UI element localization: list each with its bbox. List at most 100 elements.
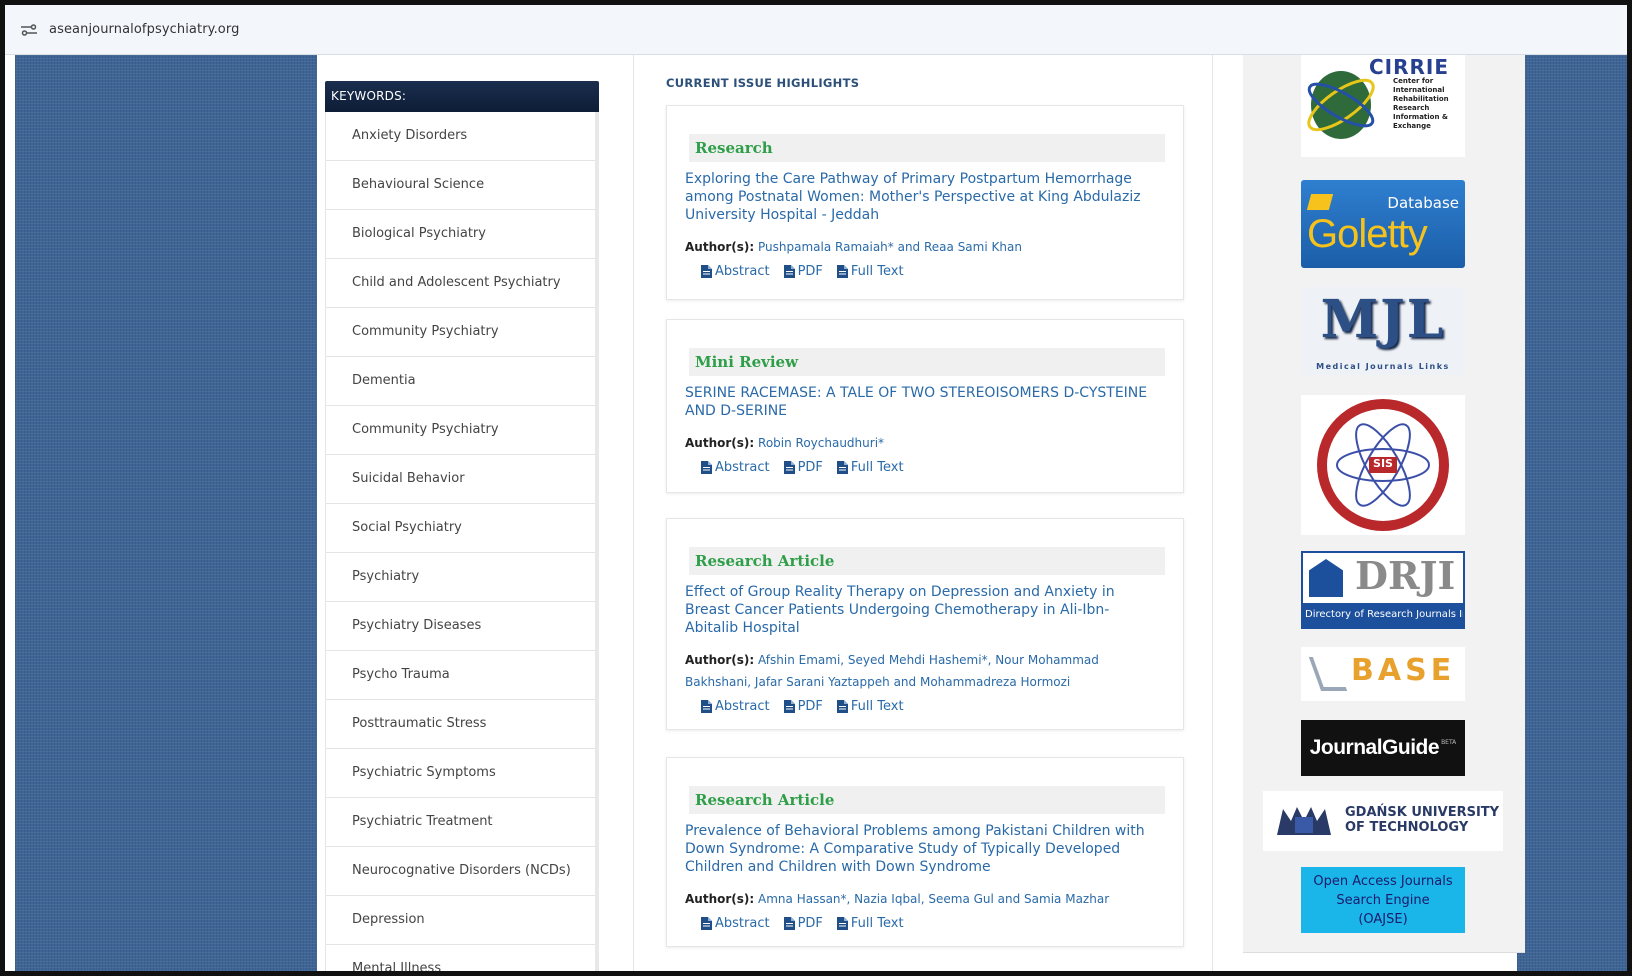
journalguide-logo[interactable]: JournalGuide BETA — [1301, 720, 1465, 776]
cirrie-caption-line: International — [1393, 86, 1445, 94]
document-icon — [836, 461, 848, 474]
article-card: Research Exploring the Care Pathway of Pr… — [666, 105, 1184, 300]
browser-window: aseanjournalofpsychiatry.org KEYWORDS: A… — [0, 0, 1632, 976]
authors-names[interactable]: Robin Roychaudhuri* — [758, 436, 884, 450]
keyword-link[interactable]: Posttraumatic Stress — [326, 700, 595, 749]
keyword-link[interactable]: Biological Psychiatry — [326, 210, 595, 259]
document-icon — [836, 917, 848, 930]
sis-logo[interactable]: SIS — [1301, 395, 1465, 535]
authors-names[interactable]: Pushpamala Ramaiah* and Reaa Sami Khan — [758, 240, 1022, 254]
keywords-header: KEYWORDS: — [325, 81, 599, 112]
abstract-link[interactable]: Abstract — [701, 460, 770, 475]
goletty-folder-icon — [1306, 194, 1334, 210]
authors-names[interactable]: Amna Hassan*, Nazia Iqbal, Seema Gul and… — [758, 892, 1109, 906]
keyword-link[interactable]: Psychiatry — [326, 553, 595, 602]
pdf-label: PDF — [797, 264, 823, 279]
keywords-list: Anxiety Disorders Behavioural Science Biol… — [325, 112, 599, 971]
pdf-link[interactable]: PDF — [783, 264, 823, 279]
keyword-link[interactable]: Community Psychiatry — [326, 406, 595, 455]
article-card: Mini Review SERINE RACEMASE: A TALE OF TW… — [666, 319, 1184, 493]
pdf-link[interactable]: PDF — [783, 699, 823, 714]
drji-wordmark: DRJI — [1355, 553, 1456, 598]
gdansk-line-2: OF TECHNOLOGY — [1345, 820, 1469, 835]
url-text[interactable]: aseanjournalofpsychiatry.org — [49, 22, 239, 37]
article-authors: Author(s): Pushpamala Ramaiah* and Reaa … — [685, 236, 1165, 258]
pdf-icon — [783, 917, 795, 930]
authors-label: Author(s): — [685, 653, 755, 667]
cirrie-logo[interactable]: CIRRIE Center for International Rehabilita… — [1301, 55, 1465, 157]
keyword-link[interactable]: Neurocognative Disorders (NCDs) — [326, 847, 595, 896]
keyword-link[interactable]: Community Psychiatry — [326, 308, 595, 357]
abstract-link[interactable]: Abstract — [701, 916, 770, 931]
document-icon — [701, 265, 712, 278]
article-authors: Author(s): Robin Roychaudhuri* — [685, 432, 1165, 454]
cirrie-caption-line: Exchange — [1393, 122, 1431, 130]
document-icon — [701, 700, 712, 713]
article-type: Research — [689, 134, 1165, 162]
article-card: Research Article Effect of Group Reality … — [666, 518, 1184, 730]
drji-caption: Directory of Research Journals Indexing — [1303, 603, 1463, 627]
article-authors: Author(s): Amna Hassan*, Nazia Iqbal, Se… — [685, 888, 1165, 910]
keyword-link[interactable]: Child and Adolescent Psychiatry — [326, 259, 595, 308]
keyword-link[interactable]: Psychiatric Symptoms — [326, 749, 595, 798]
keyword-link[interactable]: Dementia — [326, 357, 595, 406]
fulltext-link[interactable]: Full Text — [836, 460, 904, 475]
goletty-database-text: Database — [1387, 194, 1459, 212]
pdf-icon — [783, 265, 795, 278]
article-links: Abstract PDF Full Text — [685, 460, 1165, 475]
pdf-link[interactable]: PDF — [783, 916, 823, 931]
oajse-line-2: Search Engine — [1336, 892, 1430, 908]
cirrie-caption-line: Center for — [1393, 77, 1434, 85]
abstract-link[interactable]: Abstract — [701, 264, 770, 279]
keyword-link[interactable]: Psycho Trauma — [326, 651, 595, 700]
abstract-link[interactable]: Abstract — [701, 699, 770, 714]
fulltext-link[interactable]: Full Text — [836, 264, 904, 279]
pdf-label: PDF — [797, 916, 823, 931]
keyword-link[interactable]: Social Psychiatry — [326, 504, 595, 553]
keyword-link[interactable]: Behavioural Science — [326, 161, 595, 210]
mjl-logo[interactable]: MJL Medical Journals Links — [1301, 287, 1465, 375]
keyword-link[interactable]: Psychiatry Diseases — [326, 602, 595, 651]
gdansk-university-logo[interactable]: GDAŃSK UNIVERSITY OF TECHNOLOGY — [1263, 791, 1503, 851]
drji-building-icon — [1309, 559, 1343, 597]
base-logo[interactable]: BASE — [1301, 647, 1465, 701]
goletty-logo[interactable]: Database Goletty — [1301, 180, 1465, 268]
article-links: Abstract PDF Full Text — [685, 916, 1165, 931]
fulltext-label: Full Text — [850, 264, 904, 279]
abstract-label: Abstract — [715, 916, 770, 931]
fulltext-link[interactable]: Full Text — [836, 916, 904, 931]
pdf-link[interactable]: PDF — [783, 460, 823, 475]
oajse-logo[interactable]: Open Access Journals Search Engine (OAJS… — [1301, 867, 1465, 933]
document-icon — [701, 461, 712, 474]
article-title-link[interactable]: SERINE RACEMASE: A TALE OF TWO STEREOISO… — [685, 384, 1165, 420]
authors-label: Author(s): — [685, 892, 755, 906]
drji-logo[interactable]: DRJI Directory of Research Journals Inde… — [1301, 551, 1465, 629]
keyword-link[interactable]: Anxiety Disorders — [326, 112, 595, 161]
article-title-link[interactable]: Effect of Group Reality Therapy on Depre… — [685, 583, 1165, 637]
cirrie-caption-line: Research — [1393, 104, 1430, 112]
pdf-label: PDF — [797, 699, 823, 714]
pdf-icon — [783, 461, 795, 474]
abstract-label: Abstract — [715, 460, 770, 475]
article-authors: Author(s): Afshin Emami, Seyed Mehdi Has… — [685, 649, 1165, 693]
indexing-logos-column: CIRRIE Center for International Rehabilita… — [1243, 55, 1525, 953]
keyword-link[interactable]: Depression — [326, 896, 595, 945]
sis-logo-text: SIS — [1373, 457, 1393, 470]
keyword-link[interactable]: Suicidal Behavior — [326, 455, 595, 504]
authors-label: Author(s): — [685, 436, 755, 450]
keyword-link[interactable]: Mental Illness — [326, 945, 595, 971]
fulltext-link[interactable]: Full Text — [836, 699, 904, 714]
fulltext-label: Full Text — [850, 916, 904, 931]
document-icon — [836, 265, 848, 278]
oajse-line-1: Open Access Journals — [1313, 873, 1453, 889]
keywords-sidebar: KEYWORDS: Anxiety Disorders Behavioural S… — [325, 81, 599, 971]
article-type: Research Article — [689, 547, 1165, 575]
site-settings-icon[interactable] — [19, 22, 39, 38]
base-chevron-icon — [1308, 657, 1348, 691]
article-title-link[interactable]: Exploring the Care Pathway of Primary Po… — [685, 170, 1165, 224]
mjl-wordmark: MJL — [1320, 289, 1446, 350]
keyword-link[interactable]: Psychiatric Treatment — [326, 798, 595, 847]
article-title-link[interactable]: Prevalence of Behavioral Problems among … — [685, 822, 1165, 876]
base-wordmark: BASE — [1351, 653, 1456, 688]
address-bar[interactable]: aseanjournalofpsychiatry.org — [5, 5, 1627, 55]
